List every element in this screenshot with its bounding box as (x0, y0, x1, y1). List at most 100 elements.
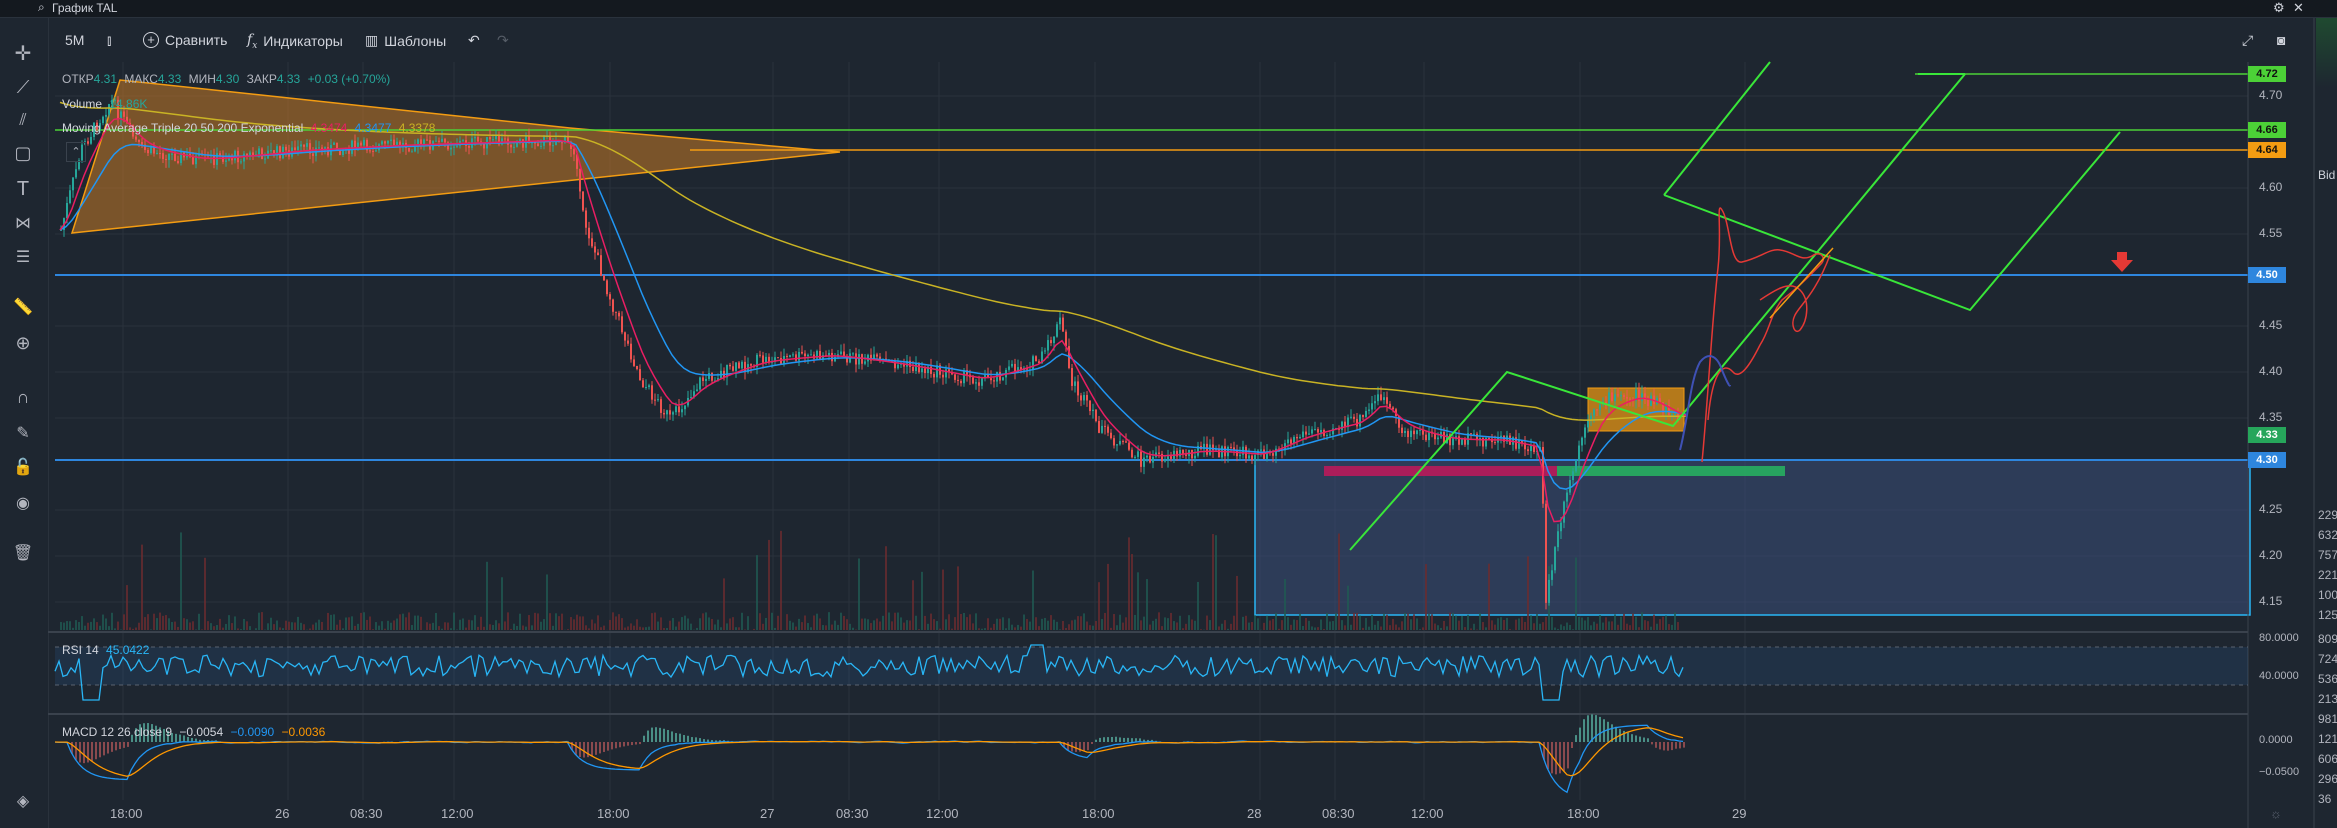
volume-bar (684, 615, 686, 630)
volume-bar (450, 628, 452, 630)
candle-body (513, 146, 515, 148)
volume-bar (447, 622, 449, 630)
volume-bar (477, 626, 479, 630)
volume-bar (1269, 620, 1271, 630)
candle-body (1641, 393, 1643, 401)
volume-bar (1053, 619, 1055, 630)
volume-bar (453, 612, 455, 630)
volume-bar (1077, 616, 1079, 630)
candle-body (672, 412, 674, 415)
orange-trend-segment[interactable] (1769, 247, 1834, 319)
arrow-down-icon[interactable] (2111, 252, 2133, 272)
ma-label: Moving Average Triple 20 50 200 Exponent… (62, 121, 304, 135)
volume-bar (1026, 619, 1028, 630)
volume-bar (894, 612, 896, 630)
time-tick: 26 (275, 806, 290, 821)
rsi-legend[interactable]: RSI 14 45.0422 (62, 643, 153, 657)
candle-body (627, 340, 629, 344)
candle-body (1290, 439, 1292, 444)
volume-legend[interactable]: Volume 14.86K (62, 97, 151, 111)
red-zone-bar[interactable] (1324, 466, 1557, 476)
volume-bar (1158, 612, 1160, 630)
time-tick: 18:00 (597, 806, 630, 821)
volume-bar (621, 618, 623, 630)
volume-bar (852, 627, 854, 630)
hand-drawn-path-red[interactable] (1701, 207, 1824, 463)
candle-body (1320, 429, 1322, 433)
volume-bar (1305, 617, 1307, 630)
volume-bar (951, 628, 953, 630)
volume-bar (924, 615, 926, 630)
volume-bar (1290, 624, 1292, 630)
candle-body (1044, 350, 1046, 352)
candle-body (1572, 471, 1574, 481)
volume-bar (1122, 622, 1124, 630)
demand-zone-rect[interactable] (1254, 459, 2251, 616)
price-tick: 4.70 (2259, 88, 2283, 102)
green-zone-bar[interactable] (1557, 466, 1785, 476)
volume-bar (1341, 620, 1343, 630)
macd-hist-bar (691, 737, 693, 742)
volume-bar (1440, 627, 1442, 630)
candle-body (1428, 431, 1430, 441)
macd-legend[interactable]: MACD 12 26 close 9 −0.0054 −0.0090 −0.00… (62, 725, 329, 739)
volume-bar (777, 615, 779, 630)
volume-bar (1032, 570, 1034, 630)
settings-small-icon[interactable]: ☼ (2270, 806, 2282, 821)
volume-bar (1569, 624, 1571, 630)
volume-bar (609, 619, 611, 630)
volume-bar (1362, 627, 1364, 630)
candle-body (669, 410, 671, 415)
low-label: МИН (188, 72, 216, 86)
volume-bar (891, 621, 893, 630)
volume-bar (681, 617, 683, 630)
volume-bar (429, 623, 431, 630)
volume-bar (1500, 617, 1502, 630)
macd-hist-bar (1571, 742, 1573, 749)
volume-bar (699, 618, 701, 630)
candle-body (279, 146, 281, 159)
candle-body (1179, 449, 1181, 457)
volume-bar (921, 571, 923, 630)
volume-bar (732, 617, 734, 630)
volume-bar (60, 622, 62, 630)
candle-body (1569, 480, 1571, 493)
candle-body (552, 145, 554, 147)
volume-bar (945, 619, 947, 630)
candle-body (411, 151, 413, 153)
channel-upper[interactable] (1663, 131, 2121, 312)
volume-bar (801, 622, 803, 630)
candle-body (408, 147, 410, 152)
volume-bar (1146, 579, 1148, 630)
candle-body (1548, 579, 1550, 603)
collapse-legend-icon[interactable]: ⌃ (66, 142, 86, 162)
volume-bar (630, 623, 632, 630)
price-tick: 4.40 (2259, 364, 2283, 378)
candle-body (1611, 392, 1613, 402)
change-value: +0.03 (+0.70%) (307, 72, 391, 86)
volume-bar (1092, 625, 1094, 630)
volume-bar (1005, 628, 1007, 630)
candle-body (1308, 433, 1310, 435)
right-panel-number: 100 (2318, 588, 2337, 602)
volume-bar (1314, 627, 1316, 630)
candle-body (1170, 456, 1172, 459)
high-value: 4.33 (157, 72, 182, 86)
candle-body (1056, 324, 1058, 337)
macd-hist-bar (1563, 742, 1565, 772)
volume-bar (321, 621, 323, 630)
candle-body (1362, 415, 1364, 417)
candle-body (1128, 442, 1130, 450)
volume-bar (1455, 615, 1457, 630)
volume-bar (771, 612, 773, 630)
ma-legend[interactable]: Moving Average Triple 20 50 200 Exponent… (62, 121, 439, 135)
macd-hist-bar (675, 733, 677, 742)
volume-bar (870, 623, 872, 630)
price-tick: 4.55 (2259, 226, 2283, 240)
volume-bar (1626, 623, 1628, 630)
right-panel-number: 757 (2318, 548, 2337, 562)
macd-hist-bar (699, 738, 701, 742)
volume-bar (678, 621, 680, 630)
time-tick: 12:00 (926, 806, 959, 821)
channel-line[interactable] (1663, 61, 1771, 196)
